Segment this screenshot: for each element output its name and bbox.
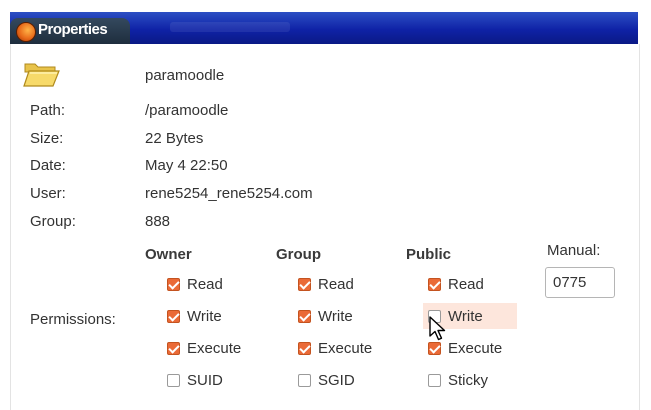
- title-bar[interactable]: Properties: [10, 12, 638, 44]
- size-label: Size:: [30, 130, 64, 147]
- permissions-label: Permissions:: [30, 311, 116, 328]
- owner-column-header: Owner: [145, 246, 192, 263]
- checkbox-label: Sticky: [448, 371, 489, 389]
- firefox-icon: [16, 22, 36, 42]
- checkbox-label: Execute: [318, 339, 373, 357]
- checkbox-icon[interactable]: [298, 341, 311, 355]
- public-read-checkbox[interactable]: Read: [428, 272, 484, 296]
- size-value: 22 Bytes: [145, 130, 204, 147]
- date-label: Date:: [30, 157, 66, 174]
- group-value: 888: [145, 213, 171, 230]
- checkbox-icon[interactable]: [298, 277, 311, 291]
- checkbox-label: Write: [448, 307, 483, 325]
- group-read-checkbox[interactable]: Read: [298, 272, 354, 296]
- mouse-cursor-icon: [429, 316, 446, 341]
- checkbox-label: SGID: [318, 371, 355, 389]
- manual-label: Manual:: [547, 242, 601, 259]
- checkbox-icon[interactable]: [298, 309, 311, 323]
- checkbox-icon[interactable]: [167, 277, 180, 291]
- owner-suid-checkbox[interactable]: SUID: [167, 368, 223, 392]
- folder-icon: [23, 63, 60, 87]
- checkbox-label: Execute: [187, 339, 242, 357]
- group-column-header: Group: [276, 246, 321, 263]
- manual-permissions-input[interactable]: [545, 267, 615, 298]
- user-label: User:: [30, 185, 66, 202]
- checkbox-label: Read: [318, 275, 354, 293]
- path-value: /paramoodle: [145, 102, 229, 119]
- title-bar-ghost: [170, 22, 290, 32]
- checkbox-icon[interactable]: [167, 309, 180, 323]
- group-sgid-checkbox[interactable]: SGID: [298, 368, 355, 392]
- checkbox-label: SUID: [187, 371, 223, 389]
- file-name: paramoodle: [145, 67, 225, 84]
- checkbox-icon[interactable]: [298, 373, 311, 387]
- public-sticky-checkbox[interactable]: Sticky: [428, 368, 488, 392]
- checkbox-label: Write: [318, 307, 353, 325]
- checkbox-icon[interactable]: [428, 373, 441, 387]
- user-value: rene5254_rene5254.com: [145, 185, 313, 202]
- checkbox-label: Read: [187, 275, 223, 293]
- checkbox-label: Execute: [448, 339, 503, 357]
- checkbox-icon[interactable]: [428, 341, 441, 355]
- checkbox-icon[interactable]: [167, 341, 180, 355]
- group-write-checkbox[interactable]: Write: [298, 304, 353, 328]
- public-column-header: Public: [406, 246, 452, 263]
- group-execute-checkbox[interactable]: Execute: [298, 336, 372, 360]
- title-tab: Properties: [10, 18, 130, 44]
- owner-read-checkbox[interactable]: Read: [167, 272, 223, 296]
- owner-execute-checkbox[interactable]: Execute: [167, 336, 241, 360]
- owner-write-checkbox[interactable]: Write: [167, 304, 222, 328]
- checkbox-icon[interactable]: [428, 277, 441, 291]
- checkbox-label: Read: [448, 275, 484, 293]
- path-label: Path:: [30, 102, 66, 119]
- checkbox-icon[interactable]: [167, 373, 180, 387]
- date-value: May 4 22:50: [145, 157, 228, 174]
- window-title: Properties: [38, 21, 108, 38]
- group-label: Group:: [30, 213, 76, 230]
- checkbox-label: Write: [187, 307, 222, 325]
